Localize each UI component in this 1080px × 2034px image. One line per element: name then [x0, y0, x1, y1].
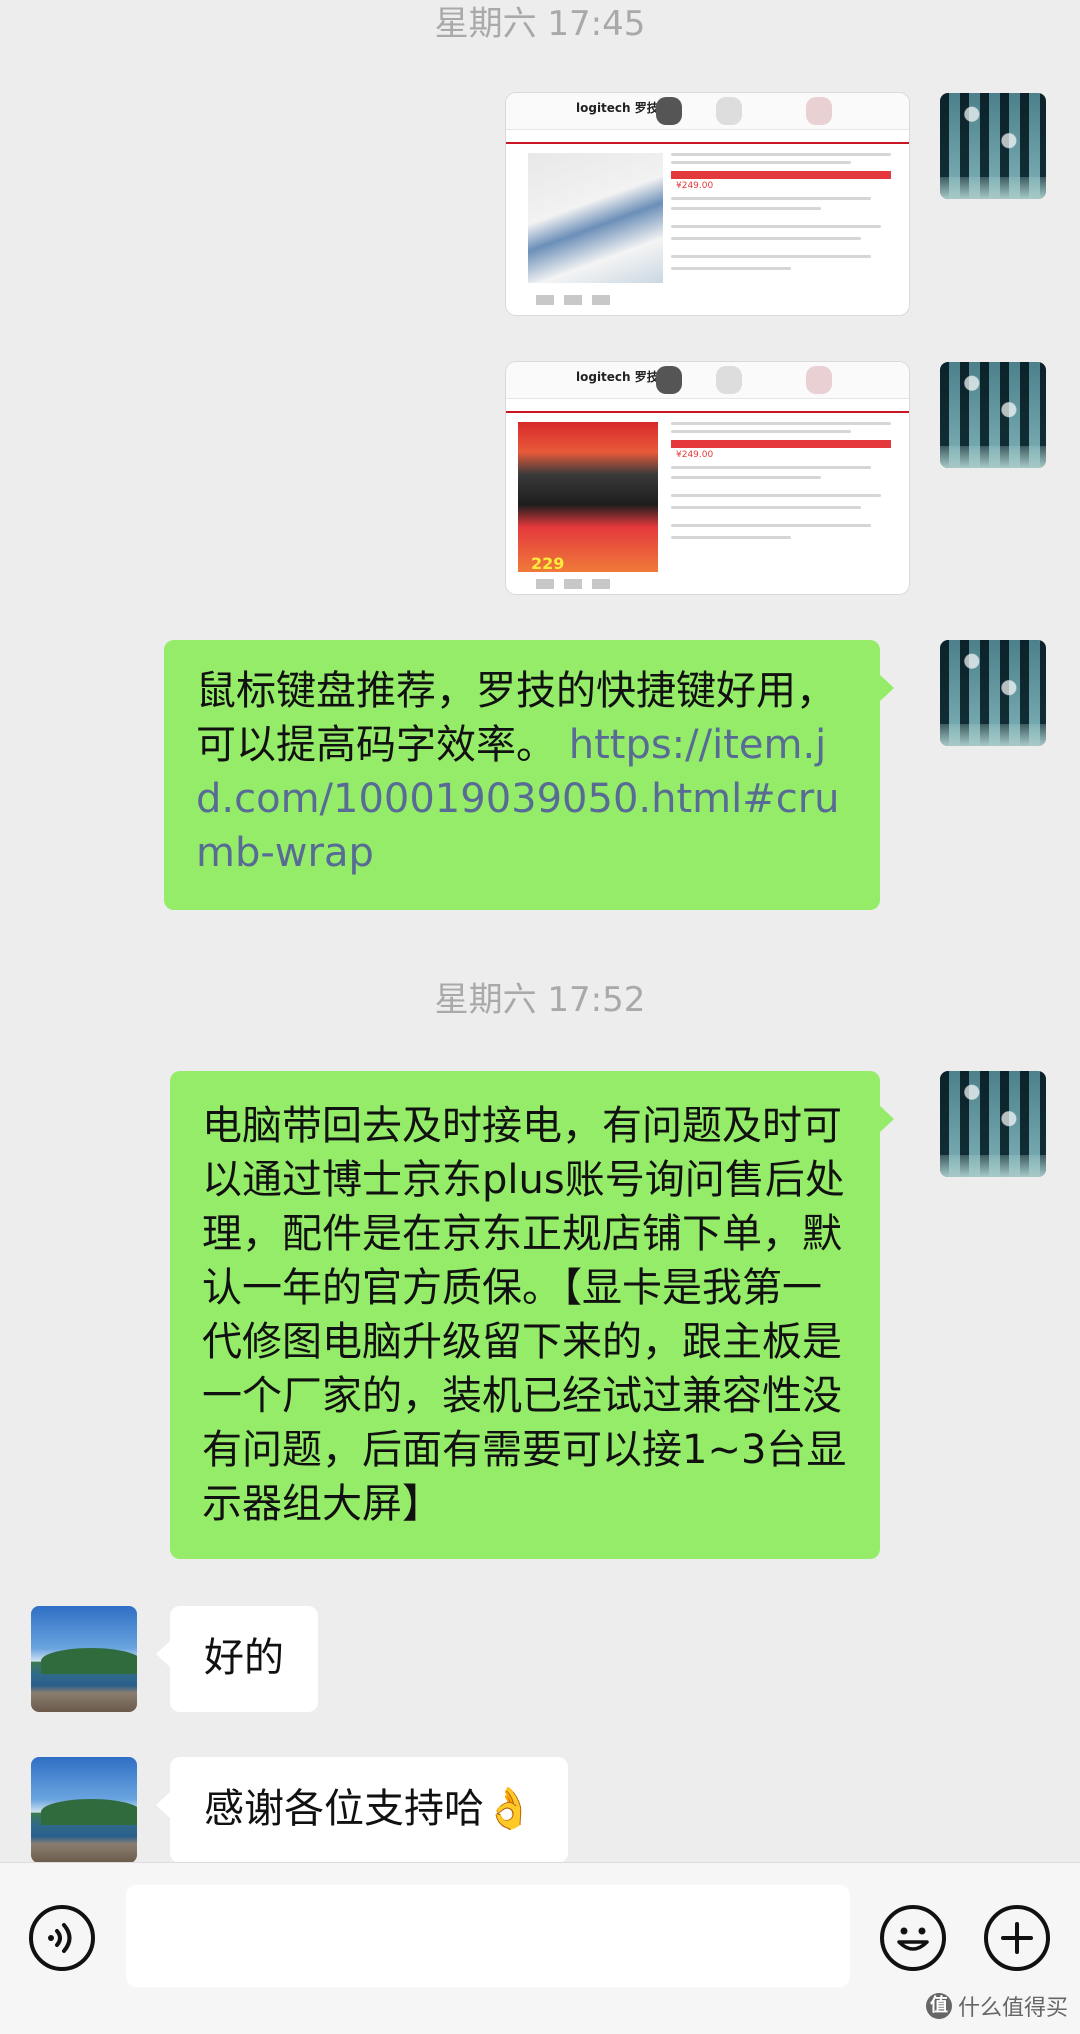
- message-text: 感谢各位支持哈👌: [204, 1786, 534, 1832]
- self-avatar[interactable]: [940, 93, 1046, 199]
- input-bar: 值 什么值得买: [0, 1862, 1080, 2034]
- message-bubble[interactable]: 鼠标键盘推荐，罗技的快捷键好用，可以提高码字效率。 https://item.j…: [164, 640, 894, 910]
- screenshot-header: logitech 罗技: [506, 93, 909, 130]
- screenshot-header: logitech 罗技: [506, 362, 909, 399]
- message-bubble[interactable]: 感谢各位支持哈👌: [156, 1757, 568, 1862]
- emoji-icon[interactable]: [880, 1905, 946, 1971]
- message-input[interactable]: [126, 1885, 850, 1987]
- timestamp: 星期六 17:45: [434, 4, 646, 44]
- product-photo: [518, 422, 658, 572]
- message-bubble[interactable]: 电脑带回去及时接电，有问题及时可以通过博士京东plus账号询问售后处理，配件是在…: [170, 1071, 894, 1559]
- promo-price: 229: [531, 554, 565, 573]
- logitech-logo: logitech 罗技: [576, 370, 659, 384]
- contact-avatar[interactable]: [31, 1757, 137, 1862]
- watermark: 值 什么值得买: [925, 1990, 1068, 2022]
- timestamp: 星期六 17:52: [434, 980, 646, 1020]
- product-price: ¥249.00: [676, 450, 714, 460]
- self-avatar[interactable]: [940, 362, 1046, 468]
- self-avatar[interactable]: [940, 1071, 1046, 1177]
- watermark-badge: 值: [925, 1993, 952, 2019]
- chat-area[interactable]: 星期六 17:45 logitech 罗技 ¥249.00 logitech 罗…: [0, 0, 1080, 1862]
- self-avatar[interactable]: [940, 640, 1046, 746]
- image-message[interactable]: logitech 罗技 ¥249.00: [506, 93, 909, 315]
- message-text: 好的: [204, 1635, 284, 1681]
- image-message[interactable]: logitech 罗技 229 ¥249.00: [506, 362, 909, 594]
- product-price: ¥249.00: [676, 181, 714, 191]
- contact-avatar[interactable]: [31, 1606, 137, 1712]
- plus-icon[interactable]: [984, 1905, 1050, 1971]
- product-photo: [528, 153, 663, 283]
- message-bubble[interactable]: 好的: [156, 1606, 318, 1712]
- watermark-text: 什么值得买: [957, 1996, 1068, 2021]
- voice-icon[interactable]: [29, 1905, 95, 1971]
- logitech-logo: logitech 罗技: [576, 101, 659, 115]
- message-text: 电脑带回去及时接电，有问题及时可以通过博士京东plus账号询问售后处理，配件是在…: [202, 1103, 847, 1527]
